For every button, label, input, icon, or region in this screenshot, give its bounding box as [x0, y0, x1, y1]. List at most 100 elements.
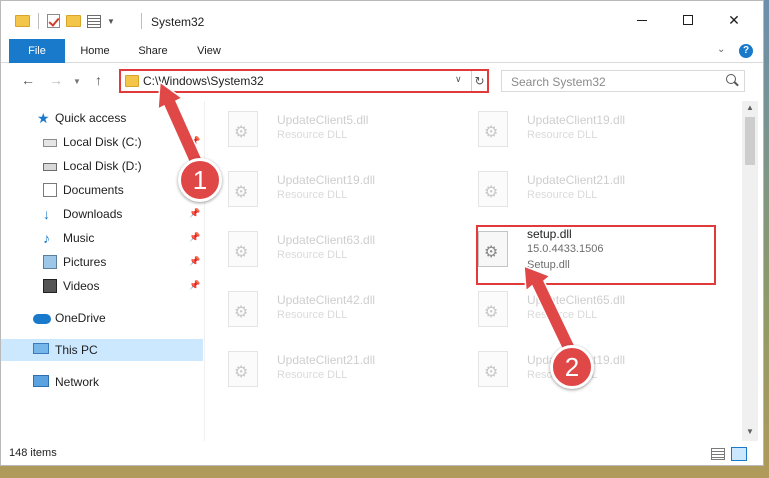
- file-type: Resource DLL: [527, 129, 598, 141]
- sidebar-item-pictures[interactable]: Pictures 📌: [1, 251, 203, 273]
- up-arrow-icon[interactable]: ↑: [95, 72, 102, 88]
- maximize-icon: [683, 15, 693, 25]
- videos-icon: [43, 279, 57, 293]
- tab-home[interactable]: Home: [73, 39, 117, 63]
- sidebar-item-network[interactable]: Network: [1, 371, 203, 393]
- sidebar-item-local-disk-c[interactable]: Local Disk (C:) 📌: [1, 131, 203, 153]
- vertical-scrollbar[interactable]: ▲ ▼: [742, 101, 758, 441]
- refresh-icon[interactable]: ↻: [471, 71, 487, 91]
- dll-file-icon: [228, 231, 258, 267]
- step-1-badge: 1: [178, 158, 222, 202]
- dll-file-icon: [228, 111, 258, 147]
- pin-icon: 📌: [189, 136, 201, 146]
- drive-icon: [43, 139, 57, 147]
- sidebar-item-this-pc[interactable]: This PC: [1, 339, 203, 361]
- tab-share[interactable]: Share: [131, 39, 175, 63]
- file-name: UpdateClient5.dll: [277, 113, 369, 127]
- file-explorer-window: ▼ System32 ✕ File Home Share View ⌄ ? ← …: [0, 0, 764, 466]
- file-type: Resource DLL: [277, 189, 348, 201]
- navigation-bar: ← → ▼ ↑ C:\Windows\System32 ∨ ↻ Search S…: [1, 64, 763, 98]
- pin-icon: 📌: [189, 208, 201, 218]
- star-icon: ★: [37, 110, 50, 126]
- scroll-thumb[interactable]: [745, 117, 755, 165]
- list-item[interactable]: UpdateClient21.dll Resource DLL: [206, 345, 438, 395]
- minimize-button[interactable]: [619, 1, 665, 39]
- sidebar-item-label: Documents: [63, 183, 124, 197]
- file-name: UpdateClient19.dll: [277, 173, 376, 187]
- folder-icon: [125, 75, 139, 87]
- list-item[interactable]: UpdateClient5.dll Resource DLL: [206, 105, 438, 155]
- status-bar: 148 items: [1, 443, 763, 465]
- cloud-icon: [33, 314, 51, 324]
- chevron-down-icon[interactable]: ∨: [455, 74, 462, 85]
- quick-access-toolbar: ▼: [15, 13, 115, 29]
- drive-icon: [43, 163, 57, 171]
- maximize-button[interactable]: [665, 1, 711, 39]
- properties-check-icon[interactable]: [47, 14, 60, 28]
- sidebar-item-music[interactable]: ♪ Music 📌: [1, 227, 203, 249]
- sidebar-item-label: Local Disk (C:): [63, 135, 142, 149]
- sidebar-item-label: Music: [63, 231, 95, 245]
- sidebar-item-local-disk-d[interactable]: Local Disk (D:): [1, 155, 203, 177]
- search-input[interactable]: Search System32: [511, 75, 606, 89]
- list-item[interactable]: UpdateClient21.dll Resource DLL: [456, 165, 688, 215]
- sidebar-item-label: Downloads: [63, 207, 123, 221]
- sidebar-item-documents[interactable]: Documents 📌: [1, 179, 203, 201]
- search-icon[interactable]: [726, 74, 736, 84]
- dll-file-icon: [478, 291, 508, 327]
- sidebar-item-onedrive[interactable]: OneDrive: [1, 307, 203, 329]
- window-title: System32: [151, 15, 205, 29]
- chevron-down-icon[interactable]: ▼: [107, 17, 115, 26]
- folder-icon[interactable]: [15, 15, 30, 27]
- tab-file[interactable]: File: [9, 39, 65, 63]
- tab-view[interactable]: View: [187, 39, 231, 63]
- customize-toolbar-icon[interactable]: [87, 14, 101, 28]
- list-item[interactable]: UpdateClient42.dll Resource DLL: [206, 285, 438, 335]
- back-arrow-icon[interactable]: ←: [21, 72, 35, 88]
- dll-file-icon: [228, 291, 258, 327]
- address-bar[interactable]: C:\Windows\System32 ∨ ↻: [119, 69, 489, 93]
- forward-arrow-icon[interactable]: →: [49, 72, 63, 88]
- step-2-badge: 2: [550, 345, 594, 389]
- file-type: Resource DLL: [527, 189, 598, 201]
- sidebar-item-label: Local Disk (D:): [63, 159, 142, 173]
- new-folder-icon[interactable]: [66, 15, 81, 27]
- highlight-box: [476, 225, 716, 285]
- help-icon[interactable]: ?: [739, 44, 753, 58]
- file-name: UpdateClient65.dll: [527, 293, 626, 307]
- pin-icon: 📌: [189, 232, 201, 242]
- network-icon: [33, 375, 49, 387]
- pin-icon: 📌: [189, 280, 201, 290]
- file-type: Resource DLL: [277, 249, 348, 261]
- sidebar-item-label: Quick access: [55, 111, 127, 125]
- details-view-icon[interactable]: [711, 448, 725, 460]
- search-box[interactable]: Search System32: [501, 70, 745, 92]
- sidebar-item-label: Pictures: [63, 255, 107, 269]
- list-item[interactable]: UpdateClient19.dll Resource DLL: [206, 165, 438, 215]
- close-icon: ✕: [728, 11, 740, 28]
- list-item[interactable]: UpdateClient65.dll Resource DLL: [456, 285, 688, 335]
- downloads-icon: ↓: [43, 206, 50, 222]
- title-divider: [141, 13, 142, 29]
- recent-locations-icon[interactable]: ▼: [73, 77, 81, 86]
- file-name: UpdateClient21.dll: [277, 353, 376, 367]
- close-button[interactable]: ✕: [711, 1, 757, 39]
- list-item[interactable]: UpdateClient19.dll Resource DLL: [456, 105, 688, 155]
- file-type: Resource DLL: [527, 309, 598, 321]
- file-name: UpdateClient21.dll: [527, 173, 626, 187]
- list-item[interactable]: UpdateClient63.dll Resource DLL: [206, 225, 438, 275]
- title-bar: ▼ System32 ✕: [1, 1, 763, 39]
- sidebar-item-downloads[interactable]: ↓ Downloads 📌: [1, 203, 203, 225]
- music-icon: ♪: [43, 230, 50, 246]
- sidebar-item-videos[interactable]: Videos 📌: [1, 275, 203, 297]
- address-path[interactable]: C:\Windows\System32: [143, 74, 264, 88]
- scroll-up-icon[interactable]: ▲: [746, 103, 754, 112]
- scroll-down-icon[interactable]: ▼: [746, 427, 754, 436]
- tiles-view-icon[interactable]: [731, 447, 747, 461]
- sidebar-item-quick-access[interactable]: ★ Quick access: [1, 107, 203, 129]
- sidebar-item-label: OneDrive: [55, 311, 106, 325]
- expand-ribbon-icon[interactable]: ⌄: [717, 44, 725, 55]
- file-type: Resource DLL: [277, 129, 348, 141]
- item-count: 148 items: [9, 447, 57, 459]
- dll-file-icon: [228, 171, 258, 207]
